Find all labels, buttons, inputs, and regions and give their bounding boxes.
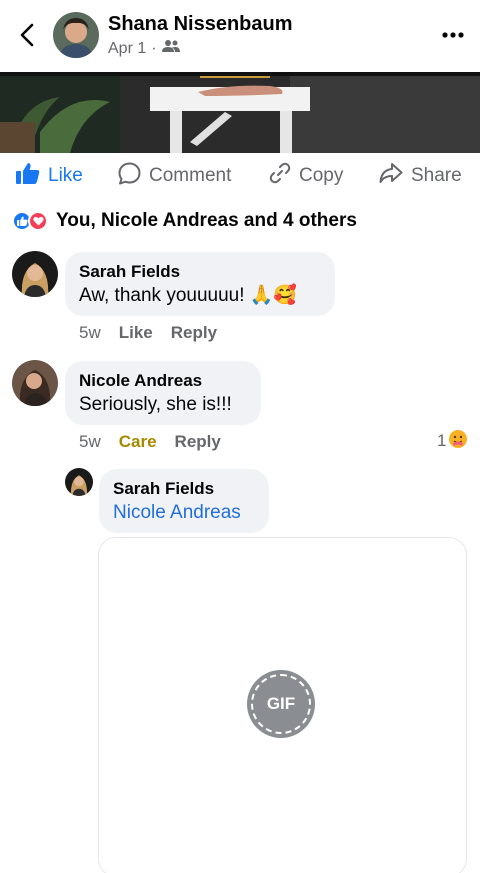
author-name[interactable]: Shana Nissenbaum <box>108 13 293 36</box>
comment-reply-button[interactable]: Reply <box>171 323 217 343</box>
post-header: Shana Nissenbaum Apr 1 · <box>0 0 480 72</box>
comment-text: Seriously, she is!!! <box>79 394 232 415</box>
back-chevron-icon[interactable] <box>14 20 40 50</box>
comment-bubble-icon <box>118 162 141 191</box>
friends-icon <box>161 39 180 58</box>
comment-reply-button[interactable]: Reply <box>175 432 221 452</box>
reply-bubble[interactable]: Sarah Fields Nicole Andreas <box>99 469 269 533</box>
reply-author[interactable]: Sarah Fields <box>113 478 255 500</box>
thumbs-up-icon <box>16 162 40 190</box>
commenter-avatar[interactable] <box>12 360 58 406</box>
comment-text: Aw, thank youuuuu! 🙏🥰 <box>79 285 298 306</box>
reactions-summary[interactable]: You, Nicole Andreas and 4 others <box>12 207 357 235</box>
post-date[interactable]: Apr 1 <box>108 40 146 58</box>
meta-separator: · <box>151 39 157 57</box>
author-avatar[interactable] <box>53 12 99 58</box>
share-arrow-icon <box>379 162 403 190</box>
reply-mention[interactable]: Nicole Andreas <box>113 500 255 526</box>
care-reaction-icon <box>448 429 468 454</box>
post-meta: Apr 1 · <box>108 39 180 58</box>
comment-time[interactable]: 5w <box>79 323 101 343</box>
reactions-text: You, Nicole Andreas and 4 others <box>56 210 357 231</box>
copy-label: Copy <box>299 165 344 186</box>
gif-attachment[interactable]: GIF <box>98 537 467 873</box>
comment-author[interactable]: Sarah Fields <box>79 261 321 283</box>
comment-like-button[interactable]: Like <box>119 323 153 343</box>
comment-actions: 5w Like Reply <box>79 321 217 345</box>
reaction-count: 1 <box>437 431 447 450</box>
comment-actions: 5w Care Reply <box>79 430 221 454</box>
link-icon <box>269 162 291 190</box>
share-label: Share <box>411 165 462 186</box>
comment-bubble[interactable]: Sarah Fields Aw, thank youuuuu! 🙏🥰 <box>65 252 335 316</box>
share-button[interactable]: Share <box>379 162 462 190</box>
comment-time[interactable]: 5w <box>79 432 101 452</box>
reply-avatar[interactable] <box>65 468 93 496</box>
like-button[interactable]: Like <box>16 162 83 190</box>
post-photo[interactable] <box>0 72 480 153</box>
like-label: Like <box>48 165 83 186</box>
comment-care-button[interactable]: Care <box>119 432 157 452</box>
comment-author[interactable]: Nicole Andreas <box>79 370 247 392</box>
comment-button[interactable]: Comment <box>118 162 231 190</box>
comment-bubble[interactable]: Nicole Andreas Seriously, she is!!! <box>65 361 261 425</box>
comment-reaction-count[interactable]: 1 <box>437 428 468 454</box>
love-reaction-icon <box>28 211 48 231</box>
copy-button[interactable]: Copy <box>269 162 343 190</box>
commenter-avatar[interactable] <box>12 251 58 297</box>
gif-badge[interactable]: GIF <box>247 670 315 738</box>
reaction-icons <box>12 210 50 232</box>
more-dots-icon[interactable] <box>440 22 466 48</box>
gif-label: GIF <box>266 694 296 713</box>
comment-label: Comment <box>149 165 232 186</box>
